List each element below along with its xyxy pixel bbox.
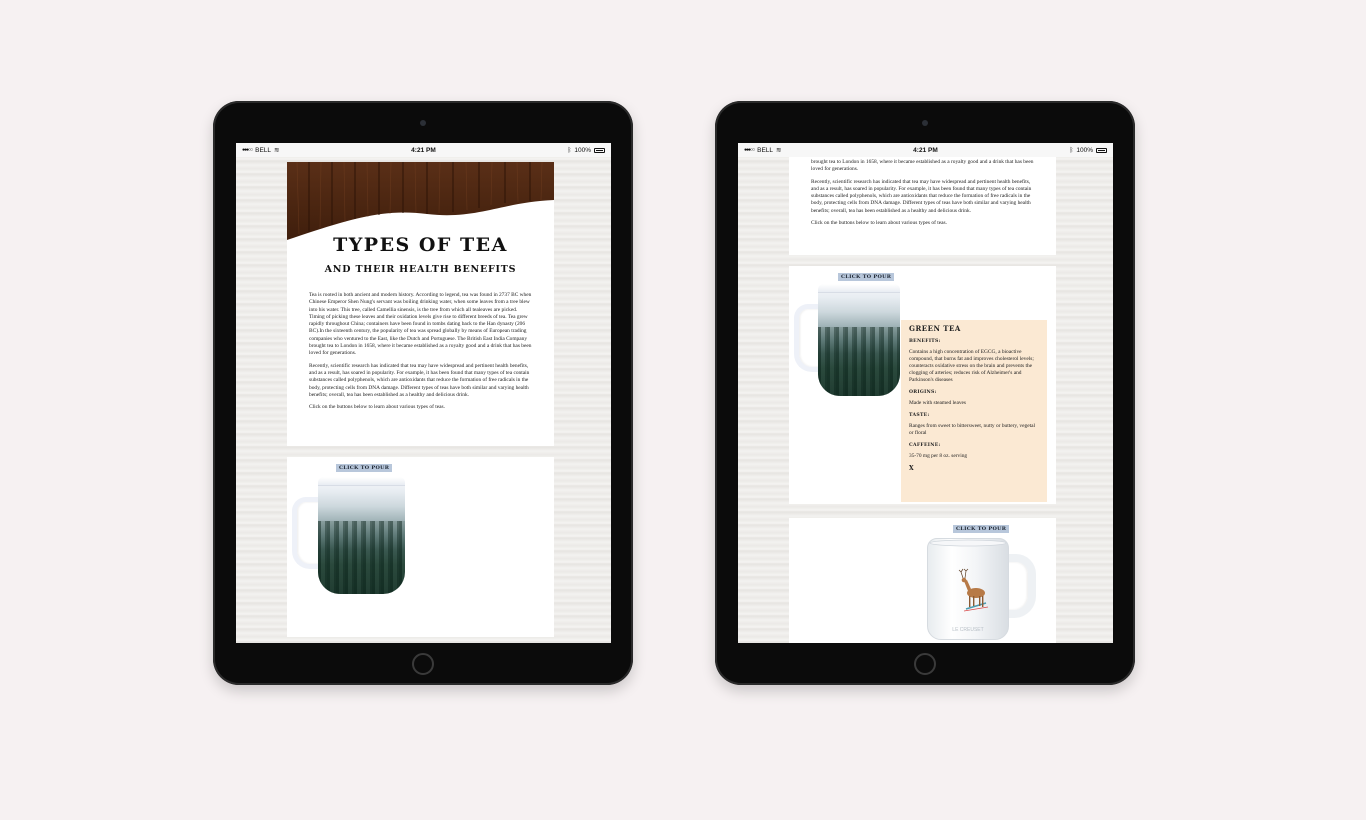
intro-text: brought tea to London in 1658, where it … xyxy=(811,159,1036,232)
signal-icon: ●●●○○ xyxy=(744,147,755,153)
signal-icon: ●●●○○ xyxy=(242,147,253,153)
battery-icon xyxy=(593,147,605,153)
click-to-pour-button[interactable]: CLICK TO POUR xyxy=(953,525,1010,533)
status-time: 4:21 PM xyxy=(411,146,436,154)
origins-text: Made with steamed leaves xyxy=(909,400,967,406)
taste-label: TASTE: xyxy=(909,413,930,418)
close-button[interactable]: X xyxy=(909,465,1039,472)
origins-label: ORIGINS: xyxy=(909,390,937,395)
tea-card-green: CLICK TO POUR xyxy=(287,457,554,637)
carrier-label: BELL xyxy=(255,146,272,154)
benefits-text: Contains a high concentration of EGCG, a… xyxy=(909,349,1034,383)
home-button-icon[interactable] xyxy=(412,653,434,675)
wifi-icon: ≋ xyxy=(776,147,782,154)
mug-icon[interactable] xyxy=(818,284,900,396)
battery-label: 100% xyxy=(574,146,591,154)
tablet-right: ●●●○○ BELL ≋ 4:21 PM ᛒ 100% brought tea … xyxy=(715,101,1135,685)
carrier-label: BELL xyxy=(757,146,774,154)
tea-card-deer: CLICK TO POUR LE CREUSET xyxy=(789,518,1056,643)
home-button-icon[interactable] xyxy=(914,653,936,675)
intro-paragraph: brought tea to London in 1658, where it … xyxy=(811,159,1034,173)
deer-icon: LE CREUSET xyxy=(929,539,1007,633)
battery-label: 100% xyxy=(1076,146,1093,154)
mug-icon[interactable] xyxy=(318,477,405,594)
screen-right: ●●●○○ BELL ≋ 4:21 PM ᛒ 100% brought tea … xyxy=(738,143,1113,643)
tea-name: GREEN TEA xyxy=(909,324,961,333)
status-bar: ●●●○○ BELL ≋ 4:21 PM ᛒ 100% xyxy=(236,143,611,157)
camera-icon xyxy=(420,120,426,126)
wood-header-image xyxy=(287,162,554,240)
taste-text: Ranges from sweet to bittersweet, nutty … xyxy=(909,423,1035,436)
intro-paragraph: Tea is rooted in both ancient and modern… xyxy=(309,292,532,357)
intro-paragraph: Recently, scientific research has indica… xyxy=(309,362,530,398)
mug-icon[interactable]: LE CREUSET xyxy=(927,538,1009,640)
camera-icon xyxy=(922,120,928,126)
intro-paragraph: Click on the buttons below to learn abou… xyxy=(811,220,947,227)
intro-card: TYPES OF TEA AND THEIR HEALTH BENEFITS T… xyxy=(287,162,554,446)
mug-rim xyxy=(318,477,405,486)
bluetooth-icon: ᛒ xyxy=(567,146,572,154)
caffeine-text: 35-70 mg per 8 oz. serving xyxy=(909,453,968,459)
mug-rim xyxy=(818,284,900,293)
click-to-pour-button[interactable]: CLICK TO POUR xyxy=(336,464,393,472)
green-tea-info-panel: GREEN TEA BENEFITS: Contains a high conc… xyxy=(901,320,1047,502)
forest-image xyxy=(818,326,900,396)
page-subtitle: AND THEIR HEALTH BENEFITS xyxy=(324,264,517,275)
battery-icon xyxy=(1095,147,1107,153)
bluetooth-icon: ᛒ xyxy=(1069,146,1074,154)
click-to-pour-button[interactable]: CLICK TO POUR xyxy=(838,273,895,281)
status-time: 4:21 PM xyxy=(913,146,938,154)
tea-card-green: CLICK TO POUR GREEN TEA BENEFITS: Contai… xyxy=(789,266,1056,504)
forest-image xyxy=(318,521,405,594)
wifi-icon: ≋ xyxy=(274,147,280,154)
intro-paragraph: Recently, scientific research has indica… xyxy=(811,178,1032,214)
page-title: TYPES OF TEA xyxy=(333,234,508,256)
caffeine-label: CAFFEINE: xyxy=(909,443,941,448)
benefits-label: BENEFITS: xyxy=(909,339,941,344)
intro-text: Tea is rooted in both ancient and modern… xyxy=(309,292,534,416)
screen-left: ●●●○○ BELL ≋ 4:21 PM ᛒ 100% TYPES OF TEA… xyxy=(236,143,611,643)
tablet-left: ●●●○○ BELL ≋ 4:21 PM ᛒ 100% TYPES OF TEA… xyxy=(213,101,633,685)
intro-paragraph: Click on the buttons below to learn abou… xyxy=(309,404,445,411)
status-bar: ●●●○○ BELL ≋ 4:21 PM ᛒ 100% xyxy=(738,143,1113,157)
svg-text:LE CREUSET: LE CREUSET xyxy=(952,627,983,633)
intro-card: brought tea to London in 1658, where it … xyxy=(789,153,1056,255)
